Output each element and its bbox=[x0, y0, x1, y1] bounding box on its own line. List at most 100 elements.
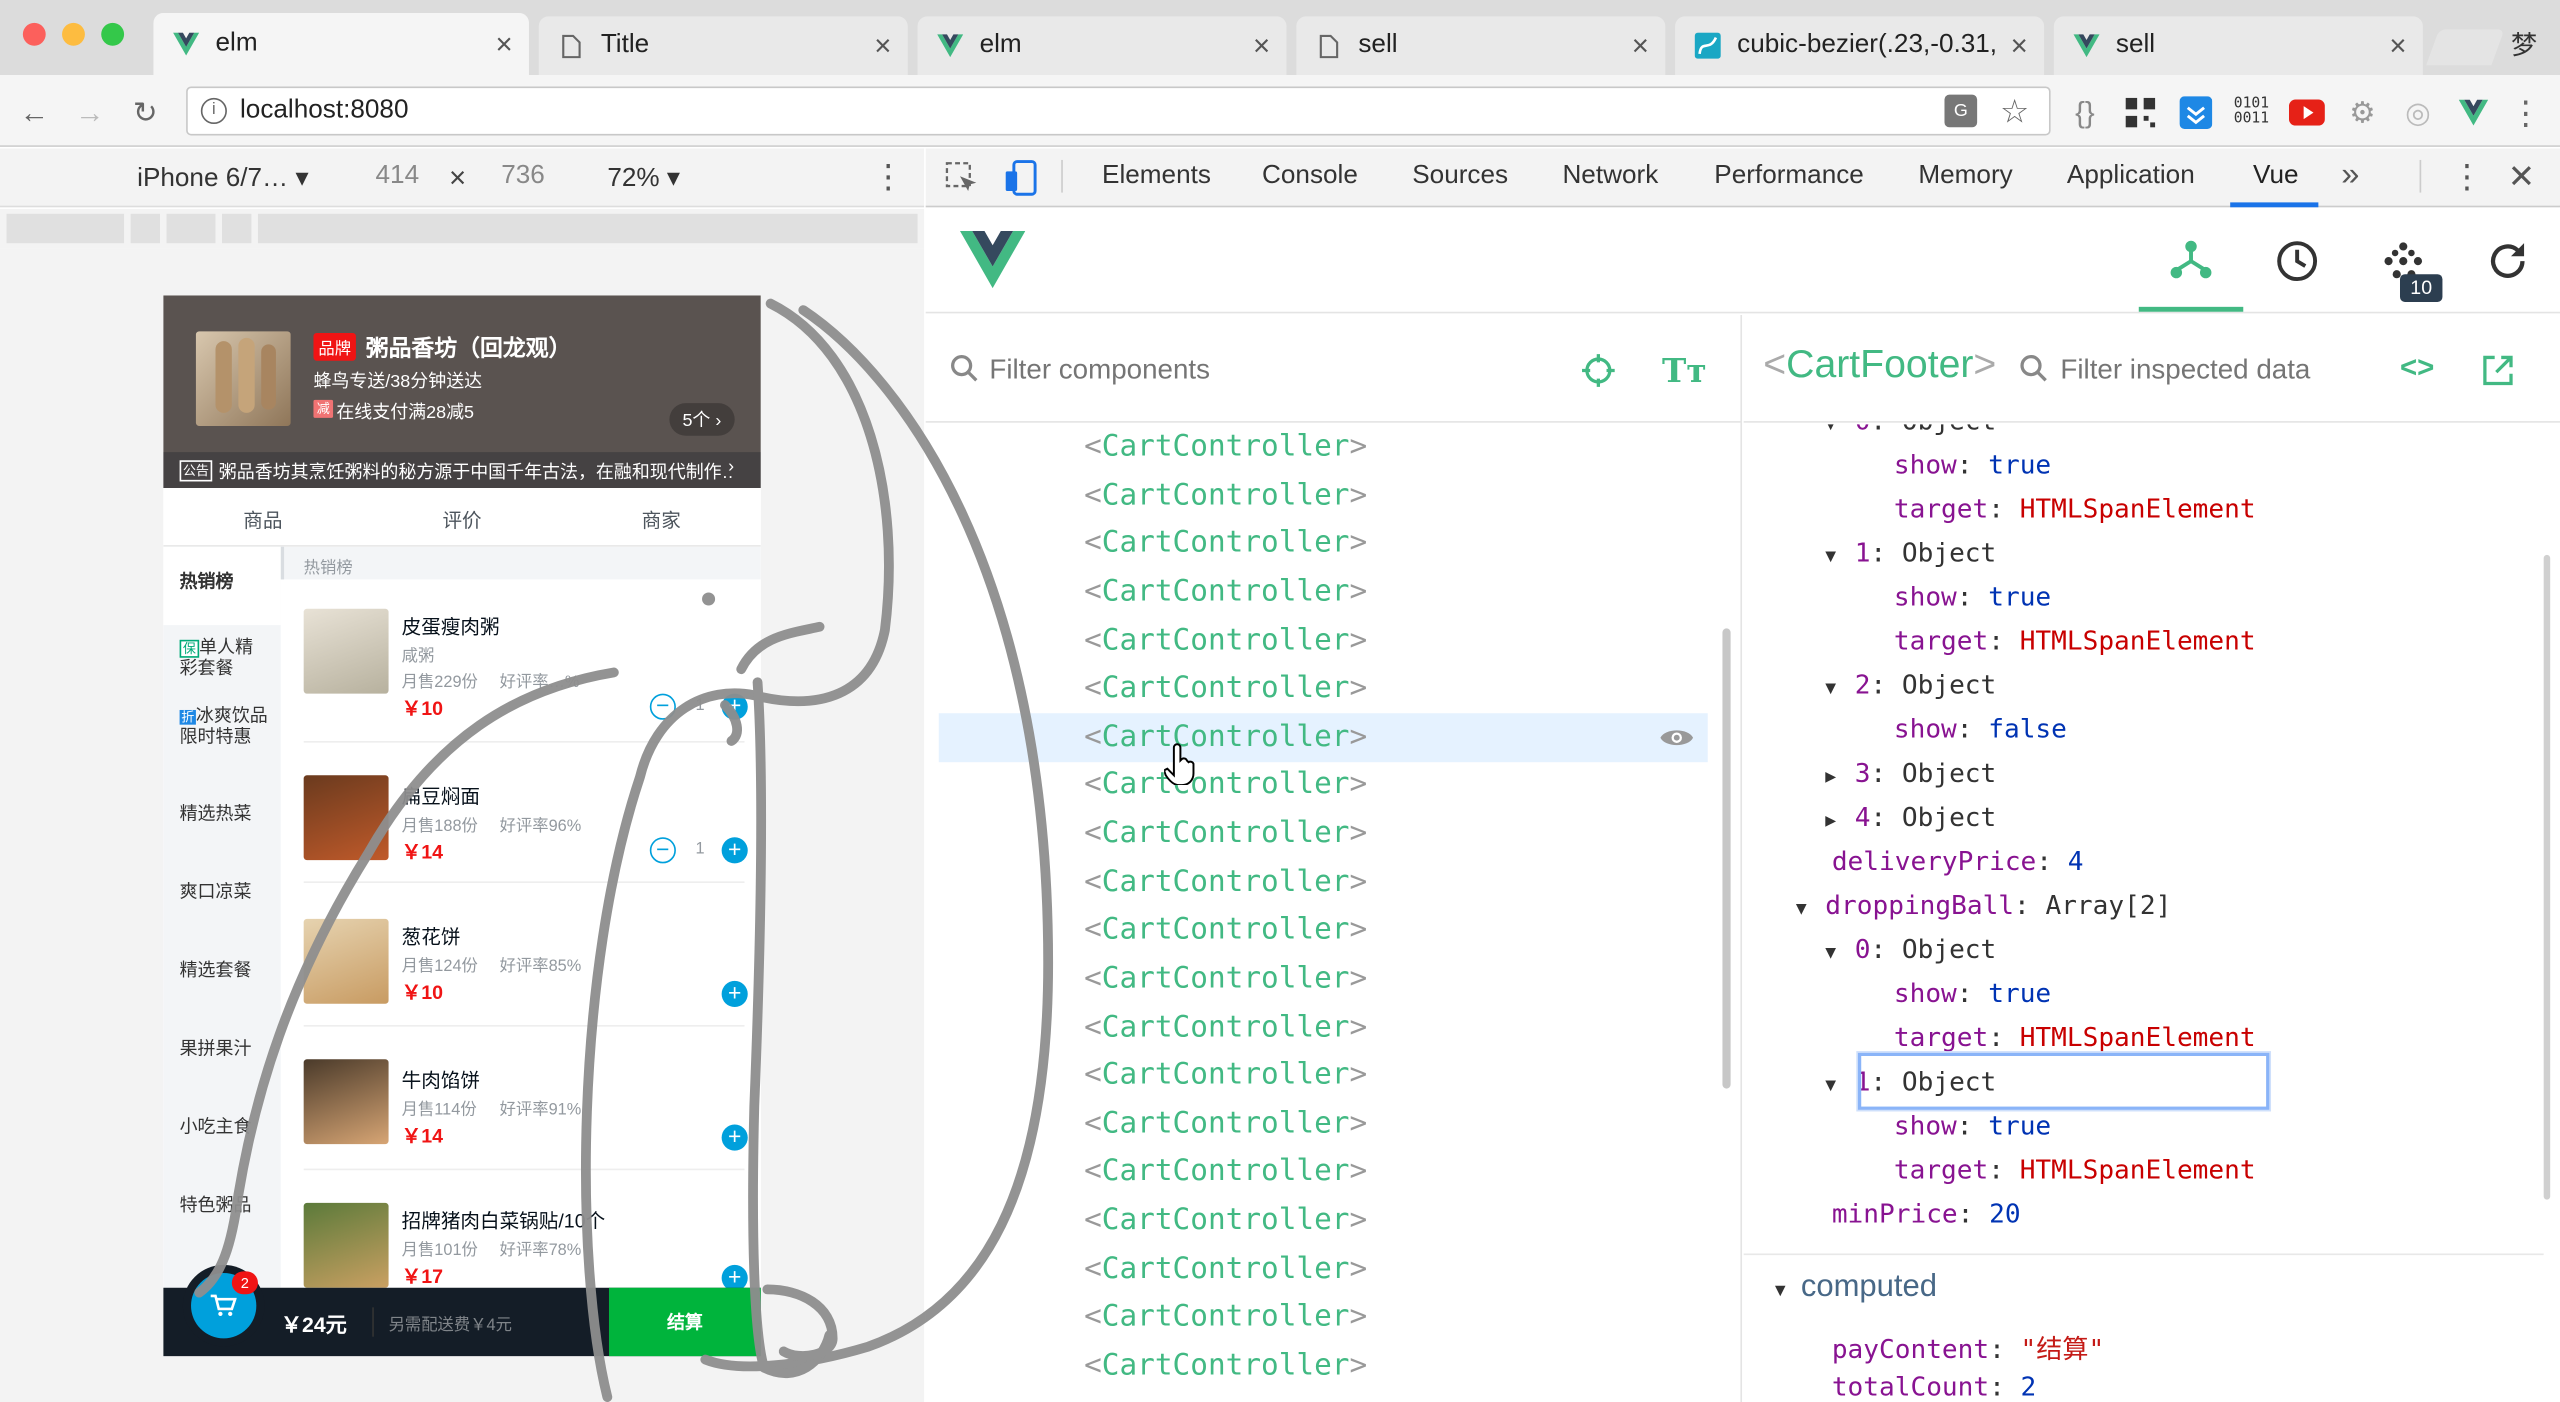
decrease-button[interactable]: − bbox=[649, 837, 676, 864]
maximize-window-button[interactable] bbox=[101, 22, 125, 46]
prop-row[interactable]: ▼ droppingBall: Array[2] bbox=[1796, 890, 2171, 921]
device-select[interactable]: iPhone 6/7… ▾ bbox=[137, 162, 308, 195]
forward-icon[interactable]: → bbox=[72, 95, 108, 131]
component-tree-node[interactable]: <CartController> bbox=[1084, 574, 1367, 608]
close-tab-icon[interactable]: × bbox=[2389, 29, 2406, 63]
component-tree-node[interactable]: <CartController> bbox=[1084, 864, 1367, 898]
menu-item[interactable]: 精选套餐 bbox=[180, 961, 268, 982]
prop-row[interactable]: ▼0: Object bbox=[1825, 934, 1996, 965]
tab-performance[interactable]: Performance bbox=[1714, 162, 1864, 191]
settings-extension-icon[interactable]: ⚙ bbox=[2344, 95, 2380, 131]
increase-button[interactable]: + bbox=[721, 693, 748, 720]
prop-row[interactable]: ▶ 4: Object bbox=[1825, 801, 1996, 832]
device-toggle-icon[interactable] bbox=[1002, 158, 1038, 197]
close-window-button[interactable] bbox=[22, 22, 46, 46]
close-tab-icon[interactable]: × bbox=[495, 27, 512, 61]
component-tree-node[interactable]: <CartController> bbox=[1084, 1106, 1367, 1140]
component-tree-node[interactable]: <CartController> bbox=[1084, 1300, 1367, 1334]
menu-item[interactable]: 小吃主食 bbox=[180, 1118, 268, 1139]
eye-icon[interactable] bbox=[1659, 723, 1695, 761]
tab-vue[interactable]: Vue bbox=[2253, 162, 2299, 191]
binary-extension-icon[interactable]: 0101 0011 bbox=[2233, 95, 2269, 131]
food-item[interactable]: 扁豆焖面 月售188份 好评率96% ￥14 − 1 + bbox=[303, 743, 748, 883]
address-bar[interactable]: i localhost:8080 G ☆ bbox=[186, 86, 2051, 136]
menu-item[interactable]: 热销榜 bbox=[180, 573, 268, 594]
decrease-button[interactable]: − bbox=[649, 694, 676, 720]
component-tree-node[interactable]: <CartController> bbox=[1084, 1010, 1367, 1044]
components-icon[interactable] bbox=[2168, 238, 2214, 289]
component-tree-node[interactable]: <CartController> bbox=[1084, 719, 1367, 753]
component-tree-node[interactable]: <CartController> bbox=[1084, 1155, 1367, 1189]
menu-item[interactable]: 果拼果汁 bbox=[180, 1040, 268, 1061]
profile-name[interactable]: 梦 bbox=[2511, 23, 2537, 62]
download-extension-icon[interactable] bbox=[2178, 95, 2214, 131]
menu-item[interactable]: 折冰爽饮品限时特惠 bbox=[179, 707, 268, 749]
tab-ratings[interactable]: 评价 bbox=[442, 506, 481, 534]
component-tree-scrollbar[interactable] bbox=[1722, 628, 1731, 1089]
browser-tab-5[interactable]: cubic-bezier(.23,-0.31, × bbox=[1675, 16, 2045, 76]
food-item[interactable]: 葱花饼 月售124份 好评率85% ￥10 + bbox=[303, 883, 748, 1027]
device-menu-icon[interactable]: ⋮ bbox=[872, 157, 905, 198]
tab-seller[interactable]: 商家 bbox=[642, 506, 681, 534]
component-tree-node[interactable]: <CartController> bbox=[1084, 671, 1367, 705]
close-tab-icon[interactable]: × bbox=[2011, 29, 2028, 63]
back-icon[interactable]: ← bbox=[16, 95, 52, 131]
device-width-input[interactable]: 414 bbox=[376, 162, 420, 191]
component-tree-node[interactable]: <CartController> bbox=[1084, 1348, 1367, 1382]
disabled-extension-icon[interactable]: ◎ bbox=[2400, 95, 2436, 131]
pay-button[interactable]: 结算 bbox=[608, 1287, 761, 1357]
close-tab-icon[interactable]: × bbox=[1253, 29, 1270, 63]
menu-item[interactable]: 精选热菜 bbox=[180, 805, 268, 826]
tab-memory[interactable]: Memory bbox=[1918, 162, 2012, 191]
url-text[interactable]: localhost:8080 bbox=[240, 96, 408, 125]
food-item[interactable]: 皮蛋瘦肉粥 咸粥 月售229份 好评率…% ￥10 − 1 + bbox=[303, 602, 748, 743]
vue-devtools-extension-icon[interactable] bbox=[2456, 95, 2492, 131]
component-tree-node[interactable]: <CartController> bbox=[1084, 623, 1367, 657]
open-in-editor-icon[interactable] bbox=[2482, 354, 2515, 395]
reload-icon[interactable]: ↻ bbox=[127, 95, 163, 131]
menu-icon[interactable]: ⋮ bbox=[2508, 95, 2544, 131]
component-tree-node[interactable]: <CartController> bbox=[1084, 526, 1367, 560]
increase-button[interactable]: + bbox=[721, 980, 748, 1008]
menu-item[interactable]: 爽口凉菜 bbox=[180, 883, 268, 904]
component-tree-node[interactable]: <CartController> bbox=[1084, 768, 1367, 802]
more-tabs-icon[interactable]: » bbox=[2341, 157, 2359, 195]
browser-tab-1[interactable]: elm × bbox=[153, 13, 529, 76]
video-extension-icon[interactable] bbox=[2288, 95, 2325, 131]
component-tree-node[interactable]: <CartController> bbox=[1084, 478, 1367, 512]
component-tree-node[interactable]: <CartController> bbox=[1084, 429, 1367, 463]
browser-tab-6[interactable]: sell × bbox=[2053, 16, 2423, 76]
format-names-icon[interactable]: Tт bbox=[1662, 351, 1707, 390]
close-tab-icon[interactable]: × bbox=[1632, 29, 1649, 63]
select-component-icon[interactable] bbox=[1580, 353, 1616, 397]
prop-row[interactable]: ▶ 3: Object bbox=[1825, 757, 1996, 788]
zoom-select[interactable]: 72% ▾ bbox=[607, 162, 680, 195]
browser-tab-4[interactable]: sell × bbox=[1296, 16, 1666, 76]
component-tree-node[interactable]: <CartController> bbox=[1084, 1203, 1367, 1237]
star-icon[interactable]: ☆ bbox=[2000, 91, 2029, 132]
increase-button[interactable]: + bbox=[721, 1124, 748, 1151]
shopcart-bar[interactable]: 2 ￥24元 另需配送费￥4元 结算 bbox=[163, 1264, 761, 1357]
inspector-scrollbar[interactable] bbox=[2543, 554, 2551, 1200]
close-devtools-icon[interactable]: ✕ bbox=[2508, 157, 2535, 198]
qr-code-icon[interactable] bbox=[2122, 95, 2158, 131]
menu-item[interactable]: 保单人精彩套餐 bbox=[179, 638, 268, 680]
bulletin-bar[interactable]: 公告 粥品香坊其烹饪粥料的秘方源于中国千年古法，在融和现代制作… › bbox=[163, 452, 761, 489]
device-height-input[interactable]: 736 bbox=[501, 162, 545, 191]
component-tree-node[interactable]: <CartController> bbox=[1084, 913, 1367, 947]
component-tree-node[interactable]: <CartController> bbox=[1084, 961, 1367, 995]
prop-row[interactable]: ▼ 2: Object bbox=[1825, 669, 1996, 700]
inspect-element-icon[interactable] bbox=[944, 160, 980, 196]
close-tab-icon[interactable]: × bbox=[874, 29, 891, 63]
filter-inspected-input[interactable] bbox=[2060, 349, 2371, 392]
increase-button[interactable]: + bbox=[721, 836, 748, 864]
media-query-ruler[interactable] bbox=[0, 208, 925, 249]
prop-row[interactable]: ▼0: Object bbox=[1825, 424, 1996, 435]
component-tree-node[interactable]: <CartController> bbox=[1084, 816, 1367, 850]
tab-goods[interactable]: 商品 bbox=[243, 506, 282, 534]
tab-network[interactable]: Network bbox=[1562, 162, 1658, 191]
prop-row[interactable]: ▼ 1: Object bbox=[1825, 537, 1996, 568]
food-item[interactable]: 牛肉馅饼 月售114份 好评率91% ￥14 + bbox=[303, 1027, 748, 1171]
refresh-icon[interactable] bbox=[2485, 238, 2531, 292]
info-icon[interactable]: i bbox=[200, 97, 227, 125]
